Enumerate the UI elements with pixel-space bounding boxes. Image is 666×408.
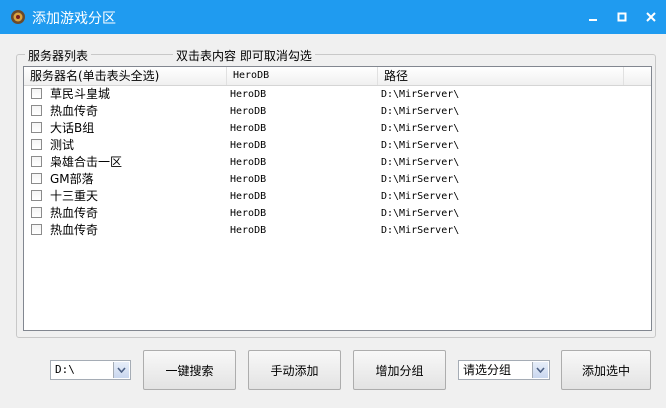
table-row[interactable]: 测试 HeroDB D:\MirServer\ — [24, 137, 651, 154]
group-select-value: 请选分组 — [463, 363, 512, 377]
cell-server-name: 十三重天 — [50, 189, 99, 203]
row-checkbox[interactable] — [31, 156, 42, 167]
maximize-icon — [617, 12, 627, 22]
close-icon — [646, 12, 656, 22]
row-checkbox[interactable] — [31, 224, 42, 235]
drive-select-value: D:\ — [55, 363, 75, 376]
cell-path: D:\MirServer\ — [381, 89, 460, 100]
cell-db: HeroDB — [230, 157, 267, 168]
cell-server-name: 草民斗皇城 — [50, 87, 111, 101]
cell-db: HeroDB — [230, 225, 267, 236]
cell-path: D:\MirServer\ — [381, 140, 460, 151]
column-header-path[interactable]: 路径 — [378, 67, 624, 85]
row-checkbox[interactable] — [31, 190, 42, 201]
table-row[interactable]: GM部落 HeroDB D:\MirServer\ — [24, 171, 651, 188]
cell-server-name: 大话B组 — [50, 121, 95, 135]
row-checkbox[interactable] — [31, 105, 42, 116]
cell-db: HeroDB — [230, 174, 267, 185]
cell-db: HeroDB — [230, 140, 267, 151]
add-group-button[interactable]: 增加分组 — [353, 350, 446, 390]
cell-db: HeroDB — [230, 123, 267, 134]
title-bar[interactable]: 添加游戏分区 — [0, 0, 666, 34]
cell-server-name: GM部落 — [50, 172, 94, 186]
one-click-search-button[interactable]: 一键搜索 — [143, 350, 236, 390]
minimize-button[interactable] — [578, 0, 608, 34]
double-click-hint: 双击表内容 即可取消勾选 — [173, 47, 315, 64]
chevron-down-icon[interactable] — [113, 362, 129, 378]
row-checkbox[interactable] — [31, 173, 42, 184]
cell-path: D:\MirServer\ — [381, 191, 460, 202]
cell-server-name: 热血传奇 — [50, 206, 99, 220]
cell-path: D:\MirServer\ — [381, 174, 460, 185]
row-checkbox[interactable] — [31, 139, 42, 150]
manual-add-button[interactable]: 手动添加 — [248, 350, 341, 390]
maximize-button[interactable] — [607, 0, 637, 34]
column-header-herodb[interactable]: HeroDB — [227, 67, 378, 85]
close-button[interactable] — [636, 0, 666, 34]
table-header: 服务器名(单击表头全选) HeroDB 路径 — [24, 67, 651, 86]
server-list-label: 服务器列表 — [25, 47, 92, 64]
cell-path: D:\MirServer\ — [381, 225, 460, 236]
cell-server-name: 热血传奇 — [50, 223, 99, 237]
cell-db: HeroDB — [230, 191, 267, 202]
cell-db: HeroDB — [230, 208, 267, 219]
table-body: 草民斗皇城 HeroDB D:\MirServer\ 热血传奇 HeroDB D… — [24, 86, 651, 239]
table-row[interactable]: 枭雄合击一区 HeroDB D:\MirServer\ — [24, 154, 651, 171]
row-checkbox[interactable] — [31, 88, 42, 99]
table-row[interactable]: 热血传奇 HeroDB D:\MirServer\ — [24, 222, 651, 239]
drive-select[interactable]: D:\ — [50, 360, 131, 380]
table-row[interactable]: 热血传奇 HeroDB D:\MirServer\ — [24, 103, 651, 120]
cell-path: D:\MirServer\ — [381, 106, 460, 117]
cell-db: HeroDB — [230, 106, 267, 117]
cell-server-name: 枭雄合击一区 — [50, 155, 123, 169]
row-checkbox[interactable] — [31, 207, 42, 218]
cell-server-name: 测试 — [50, 138, 75, 152]
cell-path: D:\MirServer\ — [381, 157, 460, 168]
table-row[interactable]: 热血传奇 HeroDB D:\MirServer\ — [24, 205, 651, 222]
group-select[interactable]: 请选分组 — [458, 360, 550, 380]
minimize-icon — [589, 19, 597, 21]
cell-path: D:\MirServer\ — [381, 208, 460, 219]
column-header-server-name[interactable]: 服务器名(单击表头全选) — [24, 67, 227, 85]
gear-icon — [10, 9, 26, 25]
chevron-down-icon[interactable] — [532, 362, 548, 378]
add-game-zone-window: 添加游戏分区 服务器列表 双击表内容 即可取消勾选 服务器名(单击表头全选) H… — [0, 0, 666, 408]
table-row[interactable]: 大话B组 HeroDB D:\MirServer\ — [24, 120, 651, 137]
table-row[interactable]: 草民斗皇城 HeroDB D:\MirServer\ — [24, 86, 651, 103]
row-checkbox[interactable] — [31, 122, 42, 133]
add-selected-button[interactable]: 添加选中 — [561, 350, 651, 390]
cell-path: D:\MirServer\ — [381, 123, 460, 134]
window-title: 添加游戏分区 — [32, 11, 116, 27]
table-row[interactable]: 十三重天 HeroDB D:\MirServer\ — [24, 188, 651, 205]
cell-server-name: 热血传奇 — [50, 104, 99, 118]
server-list-table[interactable]: 服务器名(单击表头全选) HeroDB 路径 草民斗皇城 HeroDB D:\M… — [23, 66, 652, 331]
cell-db: HeroDB — [230, 89, 267, 100]
